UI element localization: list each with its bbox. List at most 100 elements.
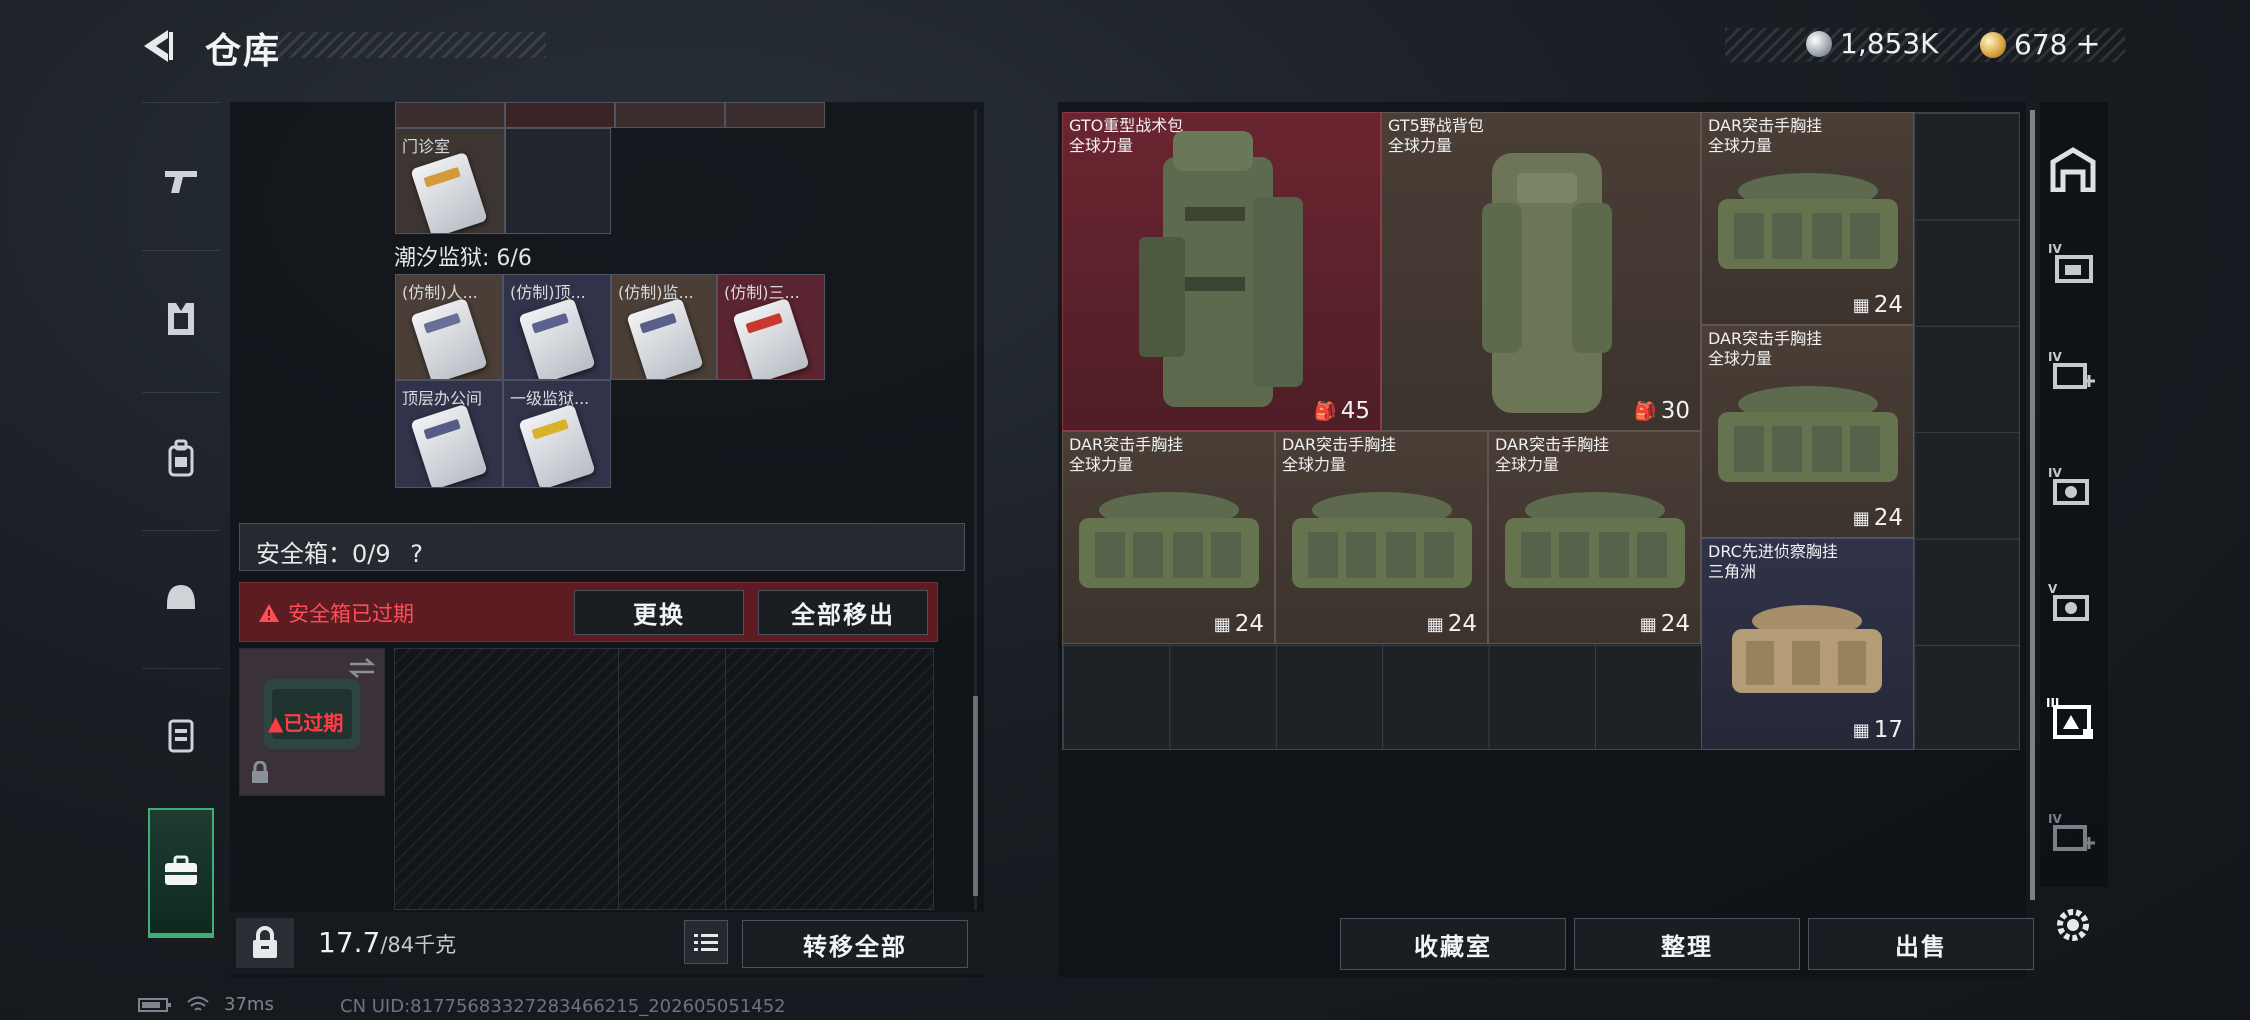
item-gt5-field-pack[interactable]: GT5野战背包 全球力量 🎒 30 [1381, 112, 1701, 431]
left-category-rail [138, 102, 224, 952]
chest-rig-image [1718, 173, 1898, 269]
container-iv-gear-icon[interactable]: IV [2046, 462, 2100, 516]
empty-slot[interactable] [505, 128, 611, 234]
gold-amount: 678 [2014, 28, 2068, 61]
chest-rig-icon[interactable] [158, 712, 204, 758]
warehouse-icon[interactable] [2046, 142, 2100, 196]
silver-amount: 1,853K [1840, 27, 1939, 60]
device-status: 37ms [138, 994, 274, 1015]
item-drc-recon-rig[interactable]: DRC先进侦察胸挂 三角洲 ▦ 17 [1701, 538, 1914, 750]
keycard-label: (仿制)人... [402, 283, 478, 302]
backpack-icon[interactable] [158, 436, 204, 482]
item-name: DRC先进侦察胸挂 [1708, 542, 1838, 561]
help-icon[interactable]: ? [410, 540, 423, 568]
chest-rig-image [1718, 386, 1898, 482]
weight-current: 17.7 [318, 926, 381, 959]
item-capacity: ▦ 24 [1853, 292, 1903, 318]
keycard-label: 一级监狱... [510, 389, 590, 408]
item-tag: 全球力量 [1708, 349, 1773, 368]
safe-case-slot[interactable]: ▲已过期 [239, 648, 385, 796]
safe-box-count: 安全箱：0/9 [256, 540, 391, 568]
capacity-value: 24 [1447, 611, 1477, 637]
move-all-out-button[interactable]: 全部移出 [758, 590, 928, 635]
tier-label: IV [2048, 242, 2062, 256]
sell-button[interactable]: 出售 [1808, 918, 2034, 970]
keycard-prison-4[interactable]: (仿制)三... [717, 274, 825, 380]
gold-coin-icon [1980, 31, 2006, 58]
list-icon [694, 934, 718, 951]
item-dar-chest-rig[interactable]: DAR突击手胸挂 全球力量 ▦ 24 [1275, 431, 1488, 644]
keycard-image [410, 297, 488, 379]
container-iv-add-icon[interactable]: IV [2046, 346, 2100, 400]
container-iv-add-2-icon[interactable]: IV [2046, 808, 2100, 862]
item-dar-chest-rig[interactable]: DAR突击手胸挂 全球力量 ▦ 24 [1062, 431, 1275, 644]
keycard-slot-partial[interactable] [615, 102, 725, 128]
keycard-slot-partial[interactable] [725, 102, 825, 128]
pistol-icon[interactable] [158, 158, 204, 204]
keycard-label: 门诊室 [402, 137, 451, 156]
keycard-image [626, 297, 704, 379]
ping-value: 37ms [224, 994, 274, 1015]
item-name: DAR突击手胸挂 [1708, 116, 1823, 135]
keycard-slot-partial[interactable] [505, 102, 615, 128]
chest-rig-image [1292, 492, 1472, 588]
organize-button[interactable]: 整理 [1574, 918, 1800, 970]
lock-icon [252, 761, 268, 783]
left-bottom-bar: 17.7/84千克 转移全部 [230, 912, 984, 974]
item-tag: 三角洲 [1708, 562, 1757, 581]
transfer-all-button[interactable]: 转移全部 [742, 920, 968, 968]
keycard-prison-5[interactable]: 顶层办公间 [395, 380, 503, 488]
container-iv-icon[interactable]: IV [2046, 238, 2100, 292]
item-dar-chest-rig[interactable]: DAR突击手胸挂 全球力量 ▦ 24 [1488, 431, 1701, 644]
swap-icon[interactable] [348, 657, 376, 679]
item-capacity: ▦ 24 [1427, 611, 1477, 637]
list-view-button[interactable] [684, 920, 728, 964]
lock-button[interactable] [236, 918, 294, 968]
item-gto-heavy-pack[interactable]: GTO重型战术包 全球力量 🎒 45 [1062, 112, 1381, 431]
item-tag: 全球力量 [1282, 455, 1347, 474]
container-iii-active-icon[interactable]: III [2046, 694, 2100, 748]
silver-coin-icon [1806, 30, 1832, 57]
keycard-image [732, 297, 810, 379]
capacity-value: 24 [1234, 611, 1264, 637]
item-name-block: DAR突击手胸挂 全球力量 [1708, 329, 1822, 369]
item-name: DAR突击手胸挂 [1282, 435, 1397, 454]
keycard-clinic[interactable]: 门诊室 [395, 128, 505, 234]
keycard-label: (仿制)三... [724, 283, 800, 302]
left-scrollbar-thumb[interactable] [973, 696, 978, 896]
gold-currency[interactable]: 678 + [1980, 27, 2101, 62]
item-capacity: ▦ 24 [1853, 505, 1903, 531]
container-v-icon[interactable]: V [2046, 578, 2100, 632]
keycard-prison-3[interactable]: (仿制)监... [611, 274, 717, 380]
right-scrollbar[interactable] [2030, 110, 2035, 900]
keycard-slot-partial[interactable] [395, 102, 505, 128]
add-gold-icon[interactable]: + [2075, 27, 2100, 62]
item-dar-chest-rig[interactable]: DAR突击手胸挂 全球力量 ▦ 24 [1701, 112, 1914, 325]
tier-label: III [2046, 696, 2060, 710]
item-name-block: DAR突击手胸挂 全球力量 [1495, 435, 1609, 475]
keycard-image [518, 403, 596, 487]
back-arrow-icon[interactable] [138, 26, 178, 66]
safe-box-grid[interactable] [394, 648, 934, 910]
case-expired-label: ▲已过期 [268, 711, 344, 735]
backpack-image [1139, 131, 1303, 407]
keycard-prison-2[interactable]: (仿制)顶... [503, 274, 611, 380]
briefcase-icon[interactable] [158, 848, 204, 894]
replace-button[interactable]: 更换 [574, 590, 744, 635]
keycard-label: 顶层办公间 [402, 389, 483, 408]
item-name: GT5野战背包 [1388, 116, 1484, 135]
keycard-prison-6[interactable]: 一级监狱... [503, 380, 611, 488]
settings-gear-icon[interactable] [2046, 898, 2100, 952]
item-capacity: 🎒 45 [1314, 398, 1370, 424]
helmet-icon[interactable] [158, 574, 204, 620]
keycard-prison-1[interactable]: (仿制)人... [395, 274, 503, 380]
item-dar-chest-rig[interactable]: DAR突击手胸挂 全球力量 ▦ 24 [1701, 325, 1914, 538]
armor-icon[interactable] [158, 296, 204, 342]
battery-icon [138, 997, 171, 1012]
collection-room-button[interactable]: 收藏室 [1340, 918, 1566, 970]
case-expired-text: 已过期 [283, 711, 344, 735]
item-tag: 全球力量 [1495, 455, 1560, 474]
weight-max: /84千克 [380, 933, 457, 957]
item-capacity: ▦ 24 [1640, 611, 1690, 637]
safe-box-header: 安全箱：0/9 ? [239, 523, 965, 571]
